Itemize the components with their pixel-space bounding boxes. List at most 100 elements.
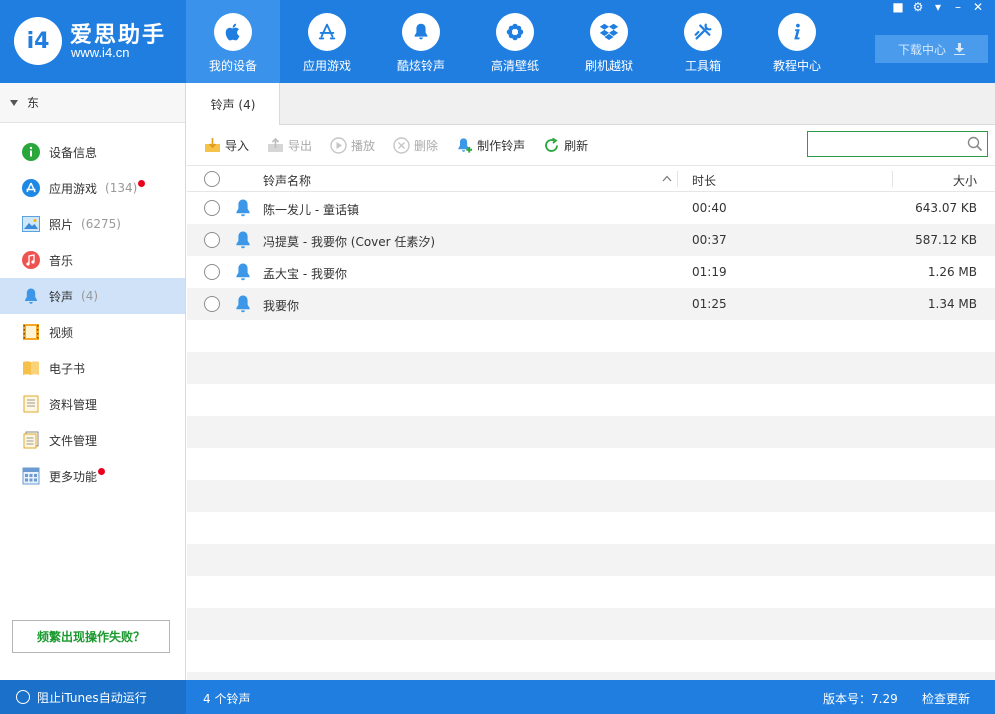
nav-ringtones[interactable]: 酷炫铃声 [374,0,468,83]
skin-icon[interactable]: ■ [891,0,905,14]
sidebar-item-ebooks[interactable]: 电子书 [0,350,185,386]
device-selector[interactable]: 东 [0,83,185,123]
sidebar-item-count: (6275) [81,217,121,231]
ringtone-name: 陈一发儿 - 童话镇 [263,203,359,217]
table-header: 铃声名称 时长 大小 [187,165,995,192]
help-button[interactable]: 频繁出现操作失败？ [12,620,170,653]
download-center-button[interactable]: 下载中心 [875,35,988,63]
book-icon [22,359,40,377]
column-divider[interactable] [677,171,678,187]
nav-label: 应用游戏 [302,59,351,73]
sidebar-item-label: 音乐 [49,253,74,268]
sidebar-item-more[interactable]: 更多功能 [0,458,185,494]
minimize-icon[interactable]: – [951,0,965,14]
empty-row [187,320,995,352]
import-button[interactable]: 导入 [204,137,249,154]
tab-bar: 铃声 (4) [187,83,995,125]
nav-apps-games[interactable]: 应用游戏 [280,0,374,83]
nav-toolbox[interactable]: 工具箱 [656,0,750,83]
menu-icon[interactable]: ▾ [931,0,945,14]
status-bar: 阻止iTunes自动运行 4 个铃声 版本号：7.29 检查更新 [0,680,995,714]
play-label: 播放 [351,138,376,153]
document-icon [22,395,40,413]
search-box [807,131,988,157]
sidebar-item-ringtones[interactable]: 铃声 (4) [0,278,185,314]
sidebar-item-label: 资料管理 [49,397,98,412]
table-row[interactable]: 陈一发儿 - 童话镇 00:40 643.07 KB [187,192,995,224]
play-button[interactable]: 播放 [330,136,376,154]
chevron-down-icon [10,99,18,106]
sidebar-list: 设备信息 应用游戏 (134) 照片 (6275) 音乐 铃声 (4) 视频 电… [0,123,185,494]
ringtone-duration: 00:37 [692,233,727,247]
play-icon [330,136,347,154]
ringtone-bell-icon [236,295,250,313]
table-row[interactable]: 我要你 01:25 1.34 MB [187,288,995,320]
header-duration[interactable]: 时长 [692,172,716,189]
check-update-link[interactable]: 检查更新 [922,690,970,707]
block-itunes-toggle[interactable]: 阻止iTunes自动运行 [0,680,186,714]
ringtone-size: 1.26 MB [927,265,977,279]
header-size[interactable]: 大小 [953,172,977,189]
flower-icon [496,13,534,51]
ringtone-count: 4 个铃声 [203,692,251,706]
row-select-radio[interactable] [204,264,220,280]
export-button[interactable]: 导出 [267,137,312,154]
music-icon [22,251,40,269]
sidebar-item-file-management[interactable]: 文件管理 [0,422,185,458]
block-itunes-radio[interactable] [16,690,30,704]
header-name[interactable]: 铃声名称 [263,172,311,189]
nav-label: 教程中心 [772,59,821,73]
empty-row [187,544,995,576]
export-label: 导出 [288,138,313,153]
row-select-radio[interactable] [204,296,220,312]
nav-flash-jailbreak[interactable]: 刷机越狱 [562,0,656,83]
make-ringtone-label: 制作铃声 [477,138,526,153]
film-icon [22,323,40,341]
search-input[interactable] [808,132,958,156]
table-row[interactable]: 冯提莫 - 我要你 (Cover 任素汐) 00:37 587.12 KB [187,224,995,256]
refresh-button[interactable]: 刷新 [543,137,588,154]
search-icon[interactable] [967,136,983,152]
close-icon[interactable]: ✕ [971,0,985,14]
sidebar-item-count: (134) [105,181,138,195]
nav-tutorials[interactable]: 教程中心 [750,0,844,83]
sidebar-item-data-management[interactable]: 资料管理 [0,386,185,422]
ringtone-bell-icon [236,263,250,281]
row-select-radio[interactable] [204,232,220,248]
settings-icon[interactable]: ⚙ [911,0,925,14]
sidebar-item-photos[interactable]: 照片 (6275) [0,206,185,242]
delete-button[interactable]: 删除 [393,136,438,154]
column-divider[interactable] [892,171,893,187]
device-name: 东 [27,96,40,110]
info-icon [778,13,816,51]
sidebar-item-apps[interactable]: 应用游戏 (134) [0,170,185,206]
sidebar-item-count: (4) [81,289,99,303]
empty-row [187,608,995,640]
make-ringtone-button[interactable]: 制作铃声 [456,137,525,154]
nav-wallpapers[interactable]: 高清壁纸 [468,0,562,83]
sidebar-item-label: 文件管理 [49,433,98,448]
sidebar-item-label: 照片 [49,217,74,232]
nav-my-device[interactable]: 我的设备 [186,0,280,83]
ringtone-duration: 00:40 [692,201,727,215]
download-center-label: 下载中心 [897,42,946,57]
import-label: 导入 [225,138,250,153]
bell-icon [402,13,440,51]
nav-label: 酷炫铃声 [396,59,445,73]
table-row[interactable]: 孟大宝 - 我要你 01:19 1.26 MB [187,256,995,288]
select-all-radio[interactable] [204,171,220,187]
ringtone-duration: 01:19 [692,265,727,279]
app-logo: i4 爱思助手 www.i4.cn [14,15,184,67]
tab-ringtones[interactable]: 铃声 (4) [187,83,280,125]
nav-label: 我的设备 [208,59,257,73]
empty-row [187,576,995,608]
notification-dot [138,179,146,187]
app-header: i4 爱思助手 www.i4.cn 我的设备 应用游戏 酷炫铃声 高清壁纸 刷机… [0,0,995,83]
sidebar-item-music[interactable]: 音乐 [0,242,185,278]
export-icon [267,137,284,154]
sidebar-item-device-info[interactable]: 设备信息 [0,134,185,170]
download-icon [954,43,965,55]
row-select-radio[interactable] [204,200,220,216]
sidebar-item-videos[interactable]: 视频 [0,314,185,350]
sort-asc-icon[interactable] [662,175,672,182]
